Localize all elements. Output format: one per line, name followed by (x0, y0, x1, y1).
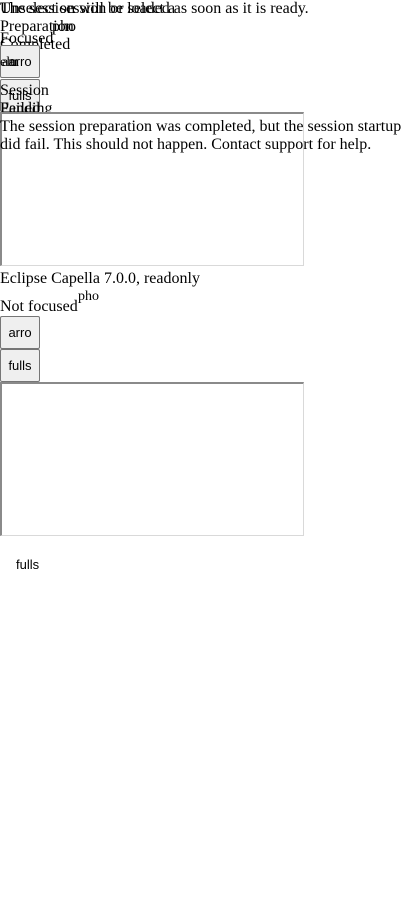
fragment-am: am (2, 55, 20, 70)
arrow-icon: arro (8, 325, 32, 340)
fullscreen-icon: fulls (8, 358, 32, 373)
focus-status: Not focused (0, 298, 78, 315)
photo-icon: pho (78, 289, 99, 304)
session-title: Eclipse Capella 7.0.0, readonly (0, 270, 200, 287)
fullscreen-label: fulls (16, 557, 40, 572)
error-message: The session preparation was completed, b… (0, 118, 402, 153)
fullscreen-button[interactable]: fulls (0, 349, 40, 382)
session-frame[interactable] (0, 382, 304, 536)
session-select-message: Unselect session or select a (0, 0, 176, 17)
session-label: Session (0, 82, 49, 99)
arrow-button[interactable]: arro (0, 316, 40, 349)
photo-icon: pho (52, 18, 76, 35)
